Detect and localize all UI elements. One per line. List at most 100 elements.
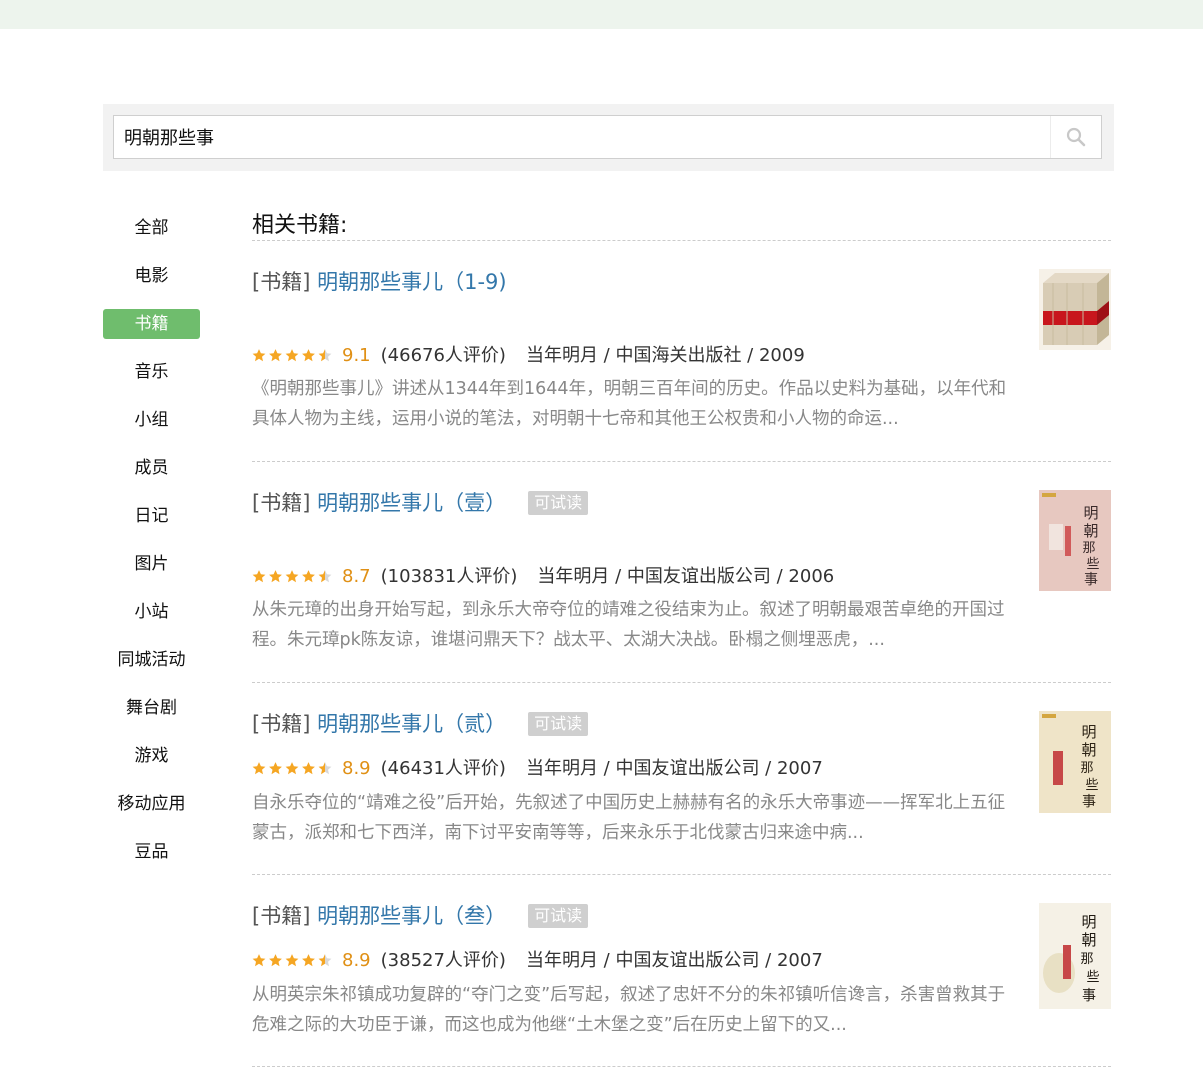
svg-text:些: 些 (1086, 970, 1099, 985)
star-icon (252, 954, 266, 967)
result-meta: 8.9 (38527人评价) 当年明月 / 中国友谊出版公司 / 2007 (252, 949, 823, 975)
sidebar-item-drama[interactable]: 舞台剧 (103, 693, 200, 723)
star-rating (252, 951, 334, 975)
result-description: 从朱元璋的出身开始写起，到永乐大帝夺位的靖难之役结束为止。叙述了明朝最艰苦卓绝的… (252, 600, 1005, 650)
result-item: [书籍] 明朝那些事儿（壹） 可试读 8.7 (103831人评价) 当年明月 / 中… (252, 462, 1111, 683)
category-sidebar: 全部 电影 书籍 音乐 小组 成员 日记 图片 小站 同城活动 舞台剧 游戏 移… (103, 213, 200, 885)
star-icon (252, 762, 266, 775)
result-description: 从明英宗朱祁镇成功复辟的“夺门之变”后写起，叙述了忠奸不分的朱祁镇听信谗言，杀害… (252, 985, 1006, 1035)
sidebar-item-app[interactable]: 移动应用 (103, 789, 200, 819)
rating-count: (46431人评价) (380, 758, 506, 779)
result-description: 《明朝那些事儿》讲述从1344年到1644年，明朝三百年间的历史。作品以史料为基… (252, 379, 1007, 429)
result-meta: 8.9 (46431人评价) 当年明月 / 中国友谊出版公司 / 2007 (252, 757, 823, 783)
sidebar-item-all[interactable]: 全部 (103, 213, 200, 243)
star-icon (302, 349, 315, 362)
result-item: [书籍] 明朝那些事儿（1-9) 9.1 (46676人评价) 当年明月 / 中国海… (252, 241, 1111, 462)
result-title-line: [书籍] 明朝那些事儿（贰） 可试读 (252, 711, 589, 737)
search-bar (103, 104, 1114, 171)
svg-text:明: 明 (1081, 913, 1096, 931)
book-cover-image[interactable]: 明 朝 那 些 事 (1039, 711, 1111, 813)
result-title-line: [书籍] 明朝那些事儿（叁） 可试读 (252, 903, 589, 929)
result-category: [书籍] (252, 491, 311, 515)
svg-text:些: 些 (1085, 778, 1098, 793)
result-meta: 9.1 (46676人评价) 当年明月 / 中国海关出版社 / 2009 (252, 344, 805, 370)
rating-score: 8.9 (342, 950, 371, 971)
result-category: [书籍] (252, 904, 311, 928)
publication-info: 当年明月 / 中国友谊出版公司 / 2006 (537, 566, 835, 587)
star-icon (252, 570, 266, 583)
star-icon (302, 954, 315, 967)
star-icon (318, 954, 332, 967)
search-input[interactable] (114, 116, 1050, 158)
star-icon (269, 570, 282, 583)
book-cover-image[interactable] (1039, 269, 1111, 350)
star-icon (252, 349, 266, 362)
trial-read-badge[interactable]: 可试读 (528, 712, 589, 736)
result-title-link[interactable]: 明朝那些事儿（1-9) (317, 270, 507, 294)
result-category: [书籍] (252, 270, 311, 294)
sidebar-item-member[interactable]: 成员 (103, 453, 200, 483)
section-title: 相关书籍: (252, 212, 1111, 241)
star-icon (318, 349, 332, 362)
star-icon (318, 762, 332, 775)
sidebar-item-diary[interactable]: 日记 (103, 501, 200, 531)
sidebar-item-site[interactable]: 小站 (103, 597, 200, 627)
publication-info: 当年明月 / 中国友谊出版公司 / 2007 (525, 950, 823, 971)
svg-text:那: 那 (1080, 761, 1093, 776)
result-meta: 8.7 (103831人评价) 当年明月 / 中国友谊出版公司 / 2006 (252, 565, 834, 591)
rating-count: (38527人评价) (380, 950, 506, 971)
result-item: [书籍] 明朝那些事儿（贰） 可试读 8.9 (46431人评价) 当年明月 / 中国… (252, 683, 1111, 875)
sidebar-item-movie[interactable]: 电影 (103, 261, 200, 291)
svg-text:事: 事 (1082, 988, 1096, 1004)
svg-text:朝: 朝 (1081, 741, 1096, 759)
result-category: [书籍] (252, 712, 311, 736)
star-icon (302, 570, 315, 583)
trial-read-badge[interactable]: 可试读 (528, 491, 589, 515)
search-icon (1066, 127, 1086, 147)
star-icon (285, 762, 299, 775)
svg-text:那: 那 (1082, 541, 1095, 556)
star-icon (269, 762, 282, 775)
star-icon (269, 954, 282, 967)
result-title-link[interactable]: 明朝那些事儿（贰） (317, 712, 506, 736)
star-rating (252, 759, 334, 783)
sidebar-item-event[interactable]: 同城活动 (103, 645, 200, 675)
result-title-line: [书籍] 明朝那些事儿（壹） 可试读 (252, 490, 589, 516)
search-button[interactable] (1050, 116, 1101, 158)
top-bar (0, 0, 1203, 29)
search-box (113, 115, 1102, 159)
svg-text:明: 明 (1081, 723, 1096, 741)
rating-count: (103831人评价) (380, 566, 518, 587)
sidebar-item-game[interactable]: 游戏 (103, 741, 200, 771)
sidebar-item-music[interactable]: 音乐 (103, 357, 200, 387)
result-item: [书籍] 明朝那些事儿（叁） 可试读 8.9 (38527人评价) 当年明月 / 中国… (252, 875, 1111, 1067)
results-main: 相关书籍: [书籍] 明朝那些事儿（1-9) 9.1 (46676人评价) 当年明月… (252, 212, 1111, 1067)
star-icon (269, 349, 282, 362)
sidebar-item-photo[interactable]: 图片 (103, 549, 200, 579)
svg-text:朝: 朝 (1081, 931, 1096, 949)
rating-score: 8.9 (342, 758, 371, 779)
result-title-link[interactable]: 明朝那些事儿（叁） (317, 904, 506, 928)
trial-read-badge[interactable]: 可试读 (528, 904, 589, 928)
sidebar-item-doupin[interactable]: 豆品 (103, 837, 200, 867)
sidebar-item-book[interactable]: 书籍 (103, 309, 200, 339)
star-rating (252, 567, 334, 591)
star-icon (318, 570, 332, 583)
result-title-line: [书籍] 明朝那些事儿（1-9) (252, 269, 507, 295)
book-cover-image[interactable]: 明 朝 那 些 事 (1039, 490, 1111, 591)
svg-text:事: 事 (1084, 572, 1098, 588)
book-cover-image[interactable]: 明 朝 那 些 事 (1039, 903, 1111, 1009)
star-icon (302, 762, 315, 775)
svg-text:那: 那 (1080, 952, 1093, 967)
rating-score: 8.7 (342, 566, 371, 587)
svg-text:些: 些 (1086, 557, 1099, 572)
svg-text:朝: 朝 (1083, 522, 1098, 540)
rating-count: (46676人评价) (380, 345, 506, 366)
result-title-link[interactable]: 明朝那些事儿（壹） (317, 491, 506, 515)
sidebar-item-group[interactable]: 小组 (103, 405, 200, 435)
result-description: 自永乐夺位的“靖难之役”后开始，先叙述了中国历史上赫赫有名的永乐大帝事迹——挥军… (252, 793, 1006, 843)
rating-score: 9.1 (342, 345, 371, 366)
svg-text:事: 事 (1082, 794, 1096, 810)
svg-text:明: 明 (1083, 504, 1098, 522)
star-icon (285, 570, 299, 583)
